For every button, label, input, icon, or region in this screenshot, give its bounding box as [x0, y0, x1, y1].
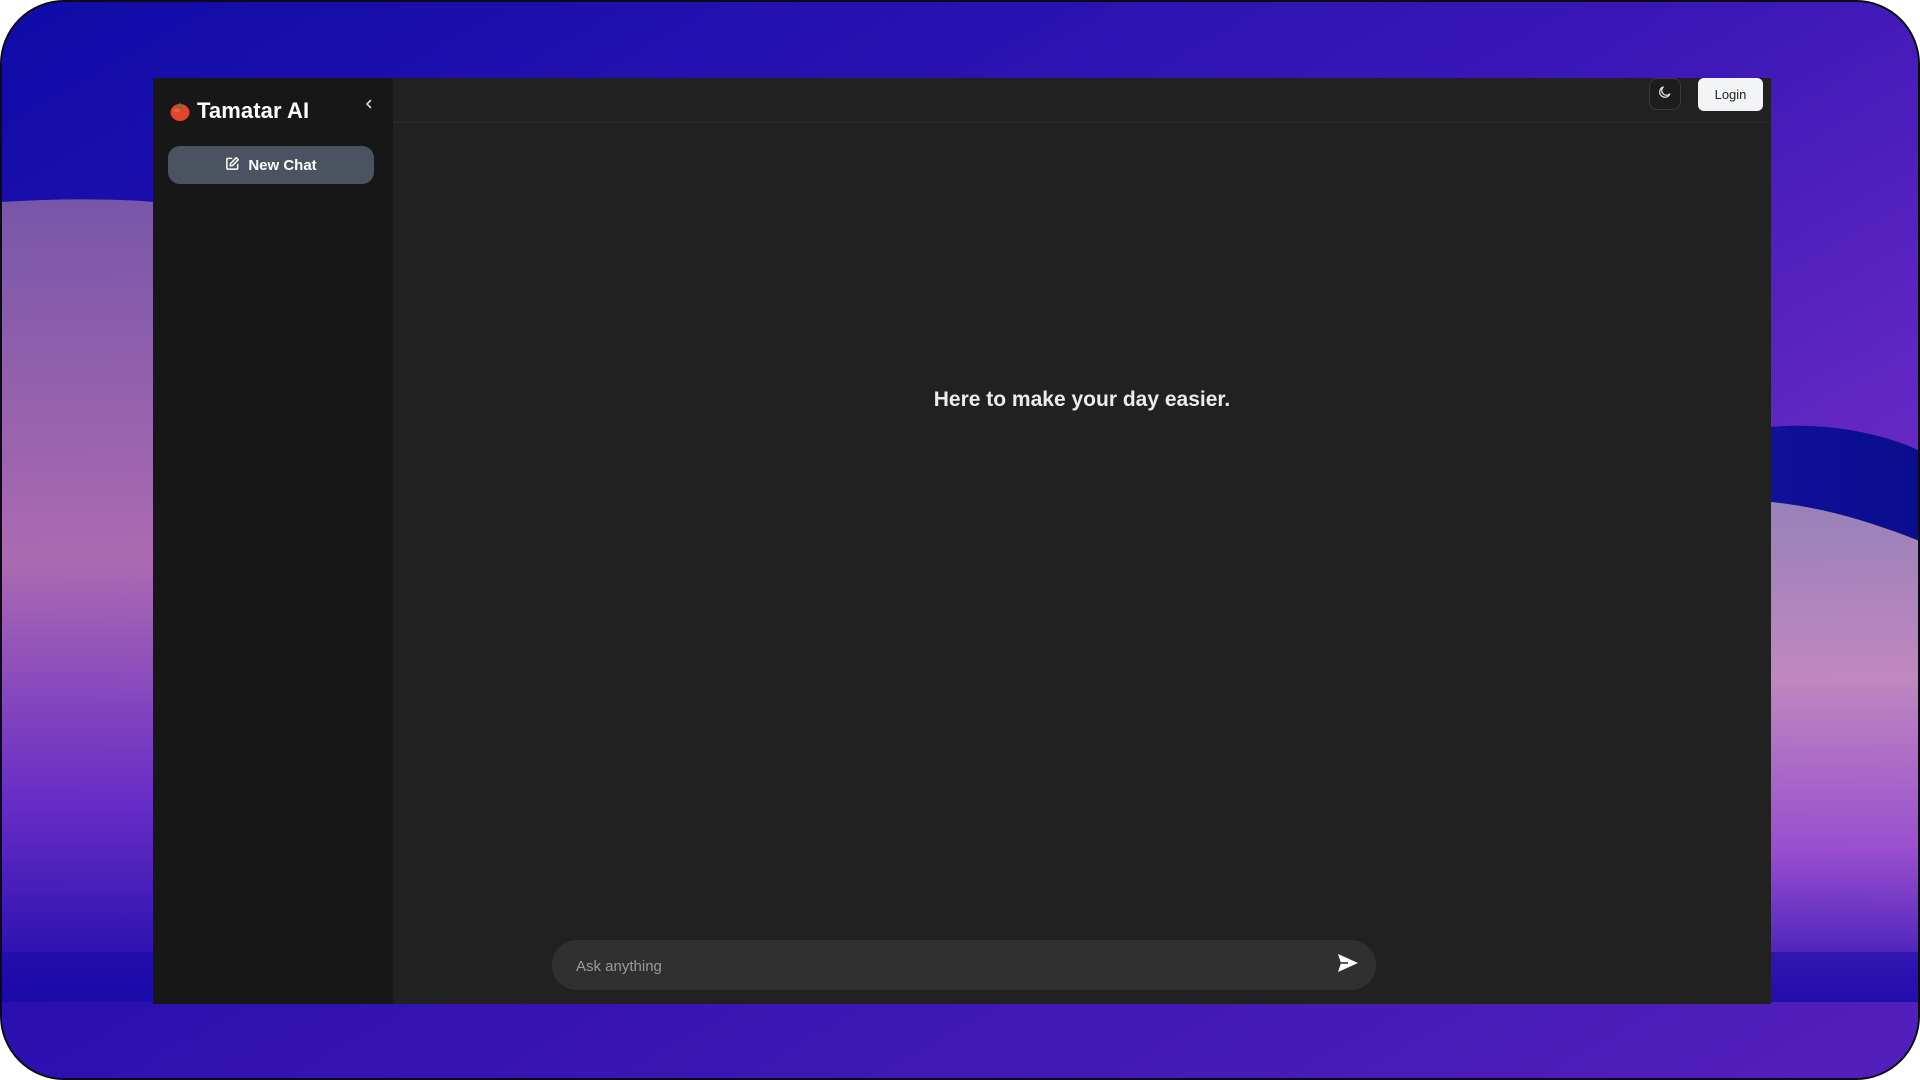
collapse-sidebar-button[interactable] — [355, 92, 383, 120]
new-chat-button[interactable]: New Chat — [168, 146, 374, 184]
theme-toggle-button[interactable] — [1649, 78, 1681, 110]
moon-icon — [1658, 85, 1672, 104]
new-chat-label: New Chat — [248, 156, 317, 174]
brand: Tamatar AI — [169, 98, 309, 124]
login-button[interactable]: Login — [1698, 78, 1763, 111]
tomato-icon — [169, 100, 191, 122]
topbar: Login — [393, 78, 1771, 123]
sidebar: Tamatar AI New Chat — [153, 78, 393, 1004]
chat-main: Login Here to make your day easier. — [393, 78, 1771, 1004]
hero-text: Here to make your day easier. — [933, 388, 1231, 411]
device-frame: Tamatar AI New Chat Login Here to make y… — [0, 0, 1920, 1080]
chat-input[interactable] — [574, 940, 1298, 992]
edit-icon — [225, 156, 240, 175]
brand-name: Tamatar AI — [197, 98, 310, 123]
chevron-left-icon — [363, 97, 375, 115]
send-icon — [1336, 952, 1360, 979]
send-button[interactable] — [1334, 952, 1362, 978]
app-window: Tamatar AI New Chat Login Here to make y… — [153, 78, 1771, 1004]
composer — [552, 940, 1376, 992]
